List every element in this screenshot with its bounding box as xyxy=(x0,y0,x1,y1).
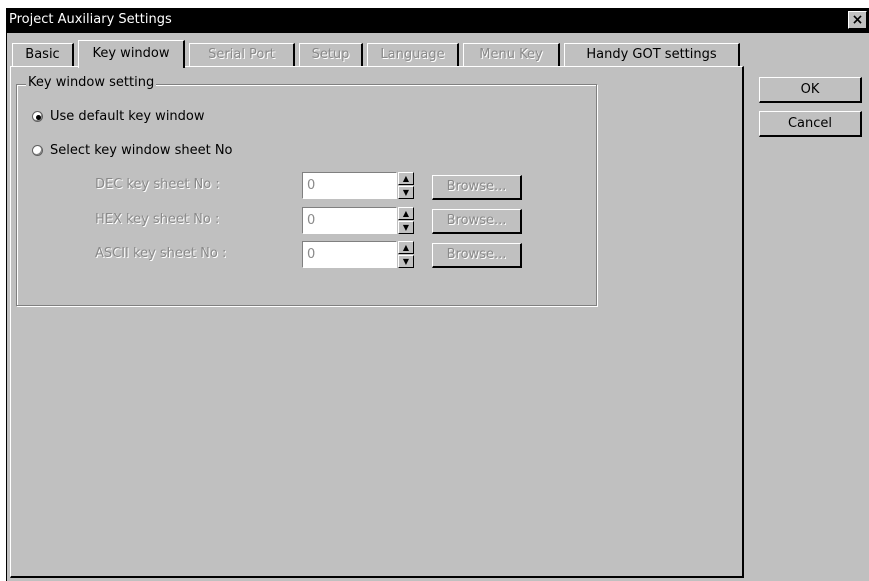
ascii-browse-button[interactable]: Browse... xyxy=(432,243,522,268)
hex-browse-button[interactable]: Browse... xyxy=(432,209,522,234)
tab-menu-key[interactable]: Menu Key xyxy=(463,43,560,66)
close-icon: × xyxy=(851,12,864,28)
tab-key-window[interactable]: Key window xyxy=(78,40,185,68)
hex-key-label: HEX key sheet No : xyxy=(95,212,220,227)
radio-select-sheet-label[interactable]: Select key window sheet No xyxy=(50,143,233,158)
ok-button[interactable]: OK xyxy=(759,77,862,103)
hex-key-field[interactable] xyxy=(302,207,397,234)
dec-key-stepper[interactable]: ▲ ▼ xyxy=(398,172,414,199)
tab-serial-port[interactable]: Serial Port xyxy=(189,43,295,66)
dec-key-field[interactable] xyxy=(302,172,397,199)
dec-browse-button[interactable]: Browse... xyxy=(432,175,522,200)
hex-key-input[interactable] xyxy=(305,210,397,230)
window-title: Project Auxiliary Settings xyxy=(9,12,172,27)
radio-use-default[interactable] xyxy=(32,111,43,122)
dec-key-input[interactable] xyxy=(305,175,397,195)
spin-down-icon[interactable]: ▼ xyxy=(398,186,414,199)
cancel-button[interactable]: Cancel xyxy=(759,111,862,137)
radio-select-sheet[interactable] xyxy=(32,145,43,156)
spin-up-icon[interactable]: ▲ xyxy=(398,207,414,220)
hex-key-stepper[interactable]: ▲ ▼ xyxy=(398,207,414,234)
title-bar[interactable]: Project Auxiliary Settings × xyxy=(6,8,869,33)
ascii-key-field[interactable] xyxy=(302,241,397,268)
tab-basic[interactable]: Basic xyxy=(12,43,74,66)
group-title: Key window setting xyxy=(26,75,157,90)
radio-use-default-label[interactable]: Use default key window xyxy=(50,109,205,124)
tab-setup[interactable]: Setup xyxy=(299,43,363,66)
close-button[interactable]: × xyxy=(848,11,867,29)
spin-up-icon[interactable]: ▲ xyxy=(398,241,414,254)
tab-handy-got-settings[interactable]: Handy GOT settings xyxy=(564,43,740,66)
tab-language[interactable]: Language xyxy=(367,43,459,66)
spin-down-icon[interactable]: ▼ xyxy=(398,221,414,234)
spin-up-icon[interactable]: ▲ xyxy=(398,172,414,185)
ascii-key-input[interactable] xyxy=(305,244,397,264)
ascii-key-stepper[interactable]: ▲ ▼ xyxy=(398,241,414,268)
spin-down-icon[interactable]: ▼ xyxy=(398,255,414,268)
ascii-key-label: ASCII key sheet No : xyxy=(95,246,227,261)
dec-key-label: DEC key sheet No : xyxy=(95,177,220,192)
